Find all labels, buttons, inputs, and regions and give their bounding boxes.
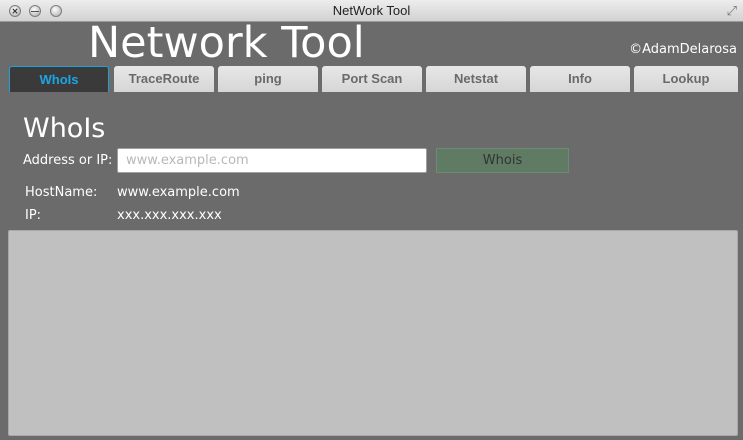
tab-bar: WhoIs TraceRoute ping Port Scan Netstat … bbox=[9, 66, 738, 92]
tab-port-scan[interactable]: Port Scan bbox=[322, 66, 422, 92]
whois-output-area[interactable] bbox=[8, 230, 738, 436]
address-label: Address or IP: bbox=[23, 153, 113, 168]
fullscreen-icon[interactable]: ⤢ bbox=[727, 3, 737, 19]
app-window: ✕ — NetWork Tool ⤢ Network Tool ©AdamDel… bbox=[0, 0, 743, 440]
tab-whois[interactable]: WhoIs bbox=[9, 66, 109, 92]
tab-ping[interactable]: ping bbox=[218, 66, 318, 92]
app-title: Network Tool bbox=[88, 18, 365, 68]
window-title: NetWork Tool bbox=[332, 3, 411, 18]
copyright-text: ©AdamDelarosa bbox=[629, 42, 737, 57]
tab-traceroute[interactable]: TraceRoute bbox=[114, 66, 214, 92]
hostname-value: www.example.com bbox=[117, 185, 240, 200]
ip-value: xxx.xxx.xxx.xxx bbox=[117, 208, 222, 223]
ip-label: IP: bbox=[25, 208, 42, 223]
tab-netstat[interactable]: Netstat bbox=[426, 66, 526, 92]
hostname-label: HostName: bbox=[25, 185, 98, 200]
section-title: WhoIs bbox=[23, 113, 106, 144]
tab-lookup[interactable]: Lookup bbox=[634, 66, 738, 92]
address-input[interactable] bbox=[117, 148, 427, 173]
whois-button[interactable]: Whois bbox=[436, 148, 569, 173]
tab-info[interactable]: Info bbox=[530, 66, 630, 92]
